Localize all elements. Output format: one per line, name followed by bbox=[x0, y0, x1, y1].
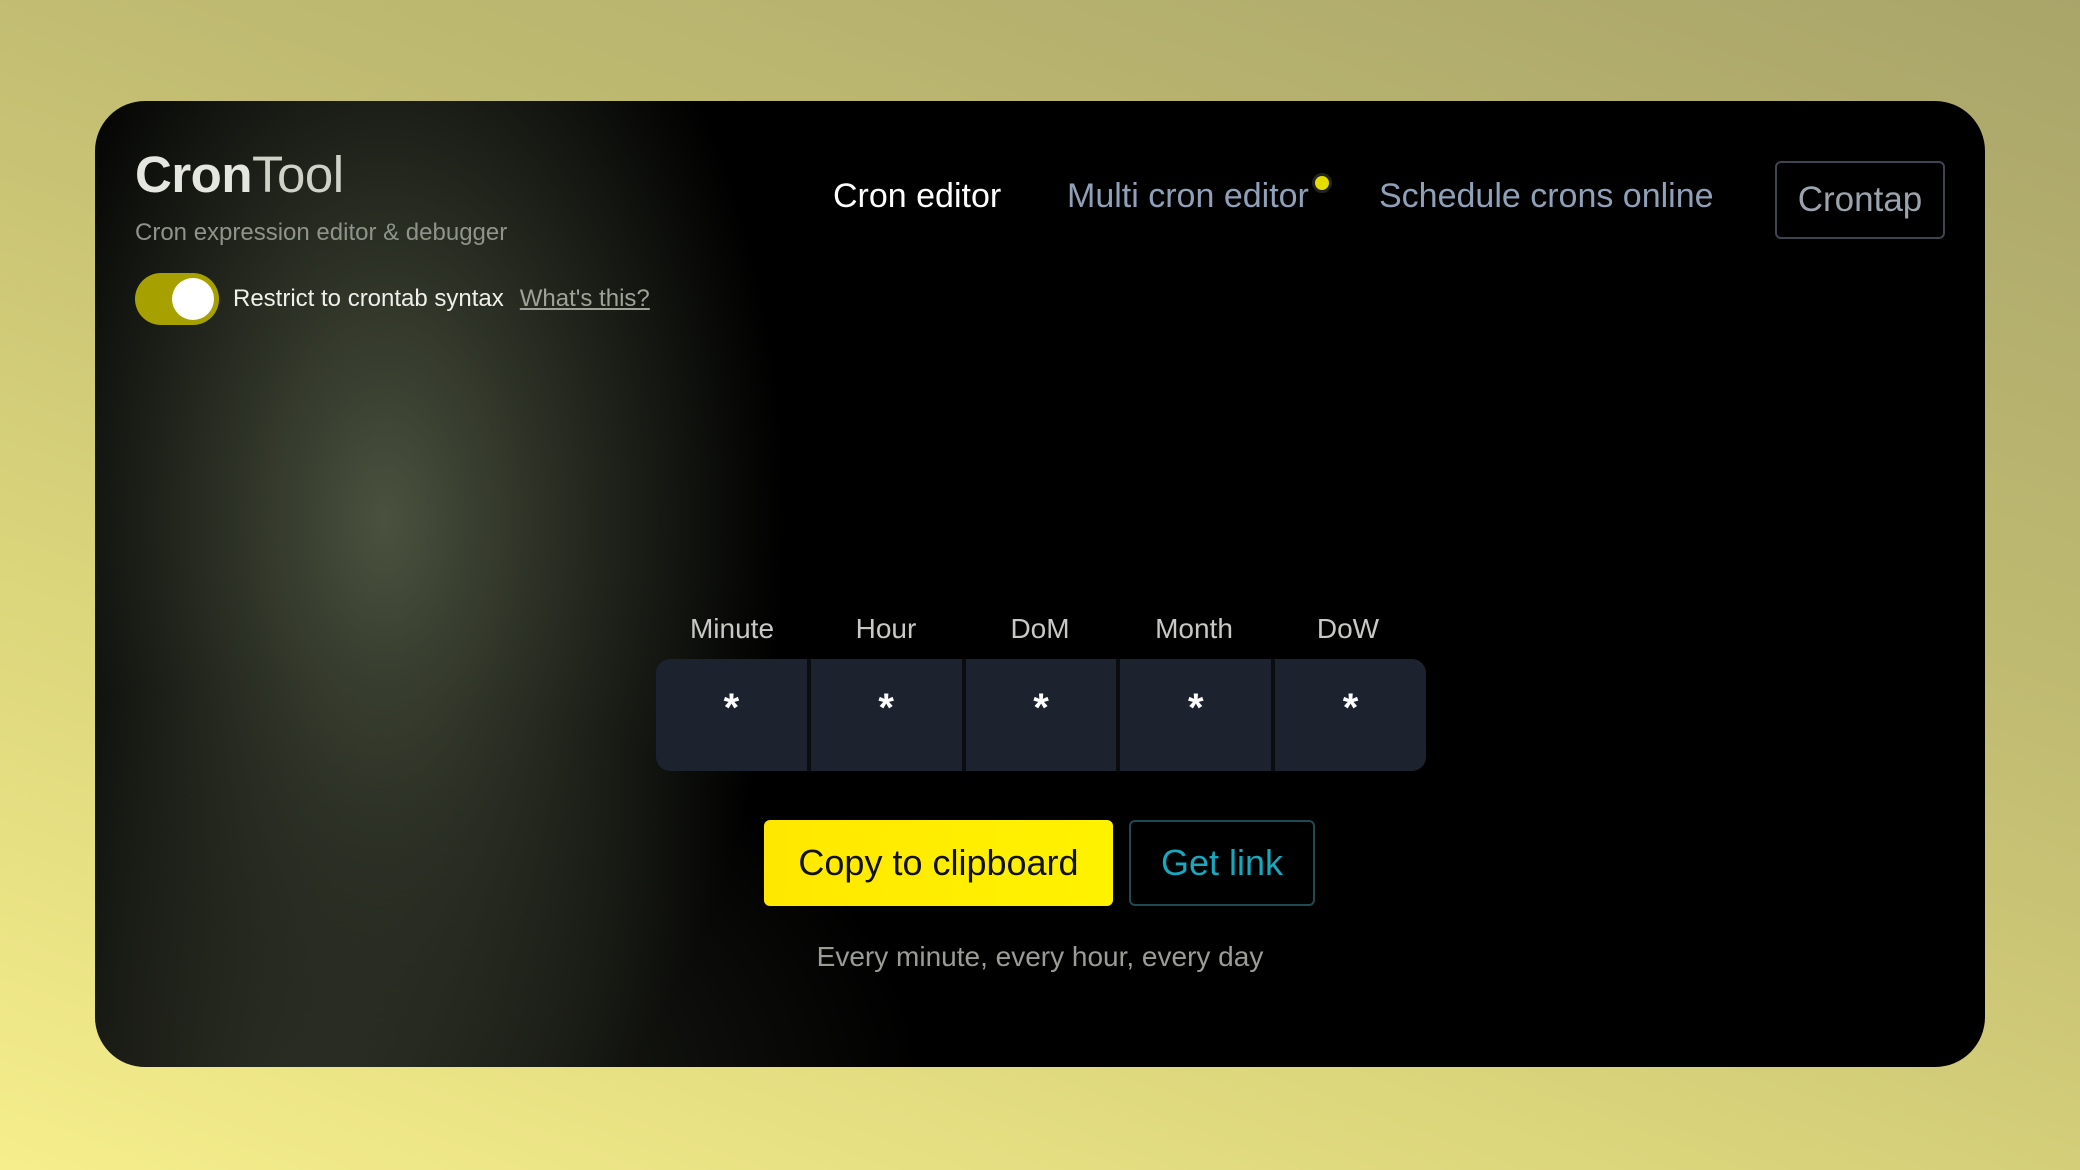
crontab-restrict-row: Restrict to crontab syntax What's this? bbox=[135, 273, 650, 325]
hour-field[interactable]: * bbox=[810, 659, 962, 771]
month-field[interactable]: * bbox=[1120, 659, 1272, 771]
cron-expression-editor: * * * * * bbox=[656, 659, 1426, 771]
logo-bold: Cron bbox=[135, 146, 252, 203]
month-label: Month bbox=[1155, 613, 1233, 644]
logo-regular: Tool bbox=[251, 146, 344, 203]
whats-this-link[interactable]: What's this? bbox=[520, 285, 650, 313]
dow-label: DoW bbox=[1316, 613, 1380, 644]
hour-label: Hour bbox=[855, 613, 917, 644]
app-tagline: Cron expression editor & debugger bbox=[135, 219, 508, 246]
crontab-restrict-toggle[interactable] bbox=[135, 273, 219, 325]
app-window: CronTool Cron expression editor & debugg… bbox=[95, 101, 1985, 1067]
toggle-knob bbox=[172, 278, 214, 320]
copy-to-clipboard-button[interactable]: Copy to clipboard bbox=[764, 820, 1113, 906]
nav-cron-editor[interactable]: Cron editor bbox=[833, 177, 1001, 216]
dom-field[interactable]: * bbox=[965, 659, 1117, 771]
new-badge-dot bbox=[1312, 173, 1332, 193]
dow-field[interactable]: * bbox=[1275, 659, 1426, 771]
dom-label: DoM bbox=[1010, 613, 1070, 644]
get-link-button[interactable]: Get link bbox=[1129, 820, 1315, 906]
app-logo[interactable]: CronTool bbox=[135, 145, 344, 204]
toggle-label: Restrict to crontab syntax bbox=[233, 285, 504, 312]
cron-description: Every minute, every hour, every day bbox=[816, 941, 1264, 972]
crontap-button[interactable]: Crontap bbox=[1775, 161, 1945, 239]
field-labels: Minute Hour DoM Month DoW bbox=[655, 613, 1425, 645]
nav-schedule-crons-online[interactable]: Schedule crons online bbox=[1379, 177, 1714, 216]
nav-multi-cron-editor[interactable]: Multi cron editor bbox=[1067, 177, 1309, 216]
minute-label: Minute bbox=[689, 613, 775, 644]
minute-field[interactable]: * bbox=[656, 659, 807, 771]
